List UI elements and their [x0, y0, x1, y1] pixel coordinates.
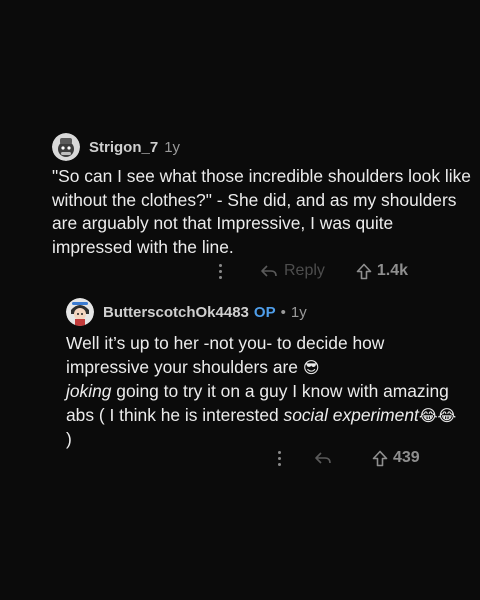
comment-age: 1y: [290, 303, 307, 321]
reply-button[interactable]: Reply: [260, 262, 325, 280]
upvote-button[interactable]: 1.4k: [356, 262, 408, 280]
upvote-count: 439: [393, 449, 420, 466]
comment-strigon: Strigon_7 1y "So can I see what those in…: [52, 133, 472, 259]
comment-meta: ButterscotchOk4483 OP • 1y: [66, 298, 466, 326]
reply-button[interactable]: [314, 450, 338, 466]
reply-label: Reply: [284, 262, 325, 279]
comment-body: Well it’s up to her -not you- to decide …: [66, 332, 466, 452]
body-italic: social experiment: [283, 404, 419, 425]
laughing-emoji: 😂😂: [418, 407, 457, 425]
comment-body: "So can I see what those incredible shou…: [52, 166, 471, 257]
upvote-arrow-icon: [372, 450, 388, 466]
separator: •: [280, 303, 286, 321]
comment-op-reply: ButterscotchOk4483 OP • 1y Well it’s up …: [66, 298, 466, 452]
more-vertical-icon[interactable]: [272, 450, 286, 466]
sunglasses-emoji: 😎: [302, 359, 320, 377]
username[interactable]: ButterscotchOk4483: [103, 304, 249, 321]
upvote-count: 1.4k: [376, 262, 409, 279]
username[interactable]: Strigon_7: [89, 139, 158, 156]
comment-actions: Reply 1.4k: [213, 262, 408, 280]
op-badge: OP: [253, 303, 276, 321]
comment-meta: Strigon_7 1y: [52, 133, 472, 161]
upvote-arrow-icon: [356, 263, 372, 279]
body-italic: joking: [66, 381, 112, 401]
more-vertical-icon[interactable]: [213, 263, 227, 279]
upvote-button[interactable]: 439: [372, 449, 420, 467]
comment-age: 1y: [164, 138, 181, 156]
user-avatar[interactable]: [52, 133, 80, 161]
user-avatar[interactable]: [66, 298, 94, 326]
body-text: Well it’s up to her -not you- to decide …: [66, 333, 390, 377]
comment-actions: 439: [272, 449, 420, 467]
reply-arrow-icon: [261, 265, 277, 277]
reply-arrow-icon: [315, 452, 331, 464]
